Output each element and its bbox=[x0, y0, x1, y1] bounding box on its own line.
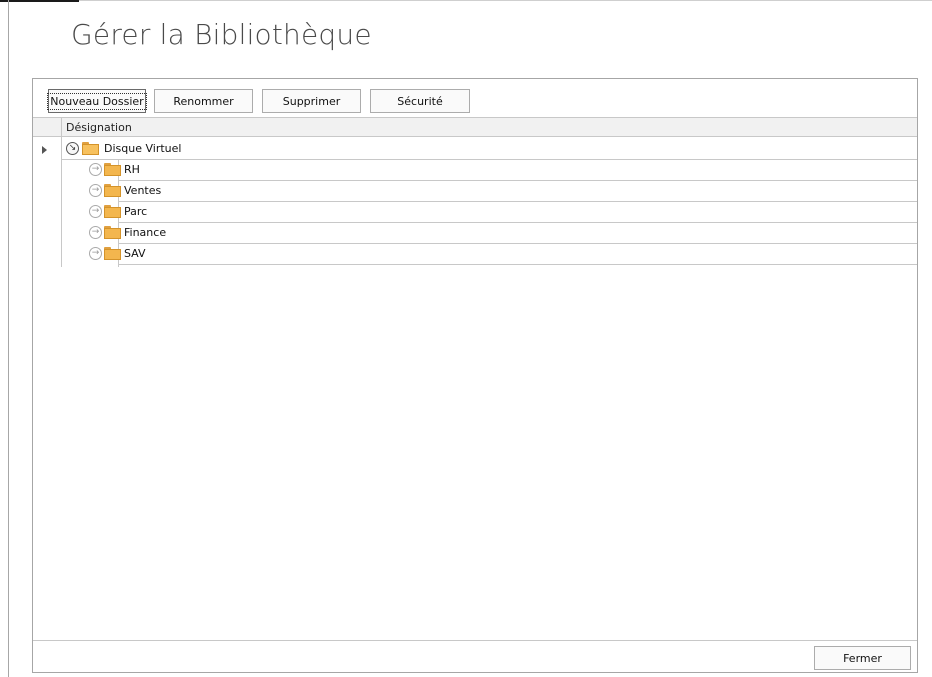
tree-row-label: Ventes bbox=[124, 184, 162, 197]
folder-open-icon bbox=[82, 142, 100, 155]
new-folder-button-label: Nouveau Dossier bbox=[47, 92, 147, 110]
folder-icon bbox=[104, 184, 122, 197]
folder-icon bbox=[104, 226, 122, 239]
tree-row-root[interactable]: ↘ Disque Virtuel bbox=[61, 139, 917, 160]
collapse-node-icon[interactable]: ↘ bbox=[66, 142, 79, 155]
tree-row-label: Disque Virtuel bbox=[104, 142, 182, 155]
expand-node-icon[interactable]: → bbox=[89, 163, 102, 176]
new-folder-button[interactable]: Nouveau Dossier bbox=[47, 89, 147, 113]
tree-row-label: SAV bbox=[124, 247, 146, 260]
folder-icon bbox=[104, 247, 122, 260]
tree-row-label: Finance bbox=[124, 226, 167, 239]
delete-button[interactable]: Supprimer bbox=[262, 89, 361, 113]
column-header-designation[interactable]: Désignation bbox=[66, 121, 132, 134]
row-selected-arrow-icon bbox=[42, 146, 47, 154]
security-button-label: Sécurité bbox=[397, 94, 443, 108]
expand-node-icon[interactable]: → bbox=[89, 205, 102, 218]
delete-button-label: Supprimer bbox=[282, 94, 341, 108]
window-top-border bbox=[0, 0, 932, 1]
tree-grid-header: Désignation bbox=[33, 117, 917, 137]
rename-button-label: Renommer bbox=[173, 94, 234, 108]
tree-row-child[interactable]: → Parc bbox=[89, 202, 917, 223]
close-button-label: Fermer bbox=[843, 651, 882, 665]
tree-row-child[interactable]: → SAV bbox=[89, 244, 917, 265]
rename-button[interactable]: Renommer bbox=[154, 89, 253, 113]
row-indicator-column-header bbox=[33, 118, 62, 136]
window-top-mark bbox=[0, 0, 79, 2]
tree-row-child[interactable]: → RH bbox=[89, 160, 917, 181]
tree-row-label: Parc bbox=[124, 205, 148, 218]
footer-divider bbox=[33, 640, 917, 641]
security-button[interactable]: Sécurité bbox=[370, 89, 470, 113]
tree-row-label: RH bbox=[124, 163, 140, 176]
window-left-border bbox=[8, 0, 9, 677]
expand-node-icon[interactable]: → bbox=[89, 247, 102, 260]
library-panel: Nouveau Dossier Renommer Supprimer Sécur… bbox=[32, 78, 918, 673]
close-button[interactable]: Fermer bbox=[814, 646, 911, 670]
tree-row-child[interactable]: → Ventes bbox=[89, 181, 917, 202]
folder-icon bbox=[104, 205, 122, 218]
page-title: Gérer la Bibliothèque bbox=[71, 18, 372, 51]
folder-icon bbox=[104, 163, 122, 176]
expand-node-icon[interactable]: → bbox=[89, 184, 102, 197]
tree-row-child[interactable]: → Finance bbox=[89, 223, 917, 244]
expand-node-icon[interactable]: → bbox=[89, 226, 102, 239]
